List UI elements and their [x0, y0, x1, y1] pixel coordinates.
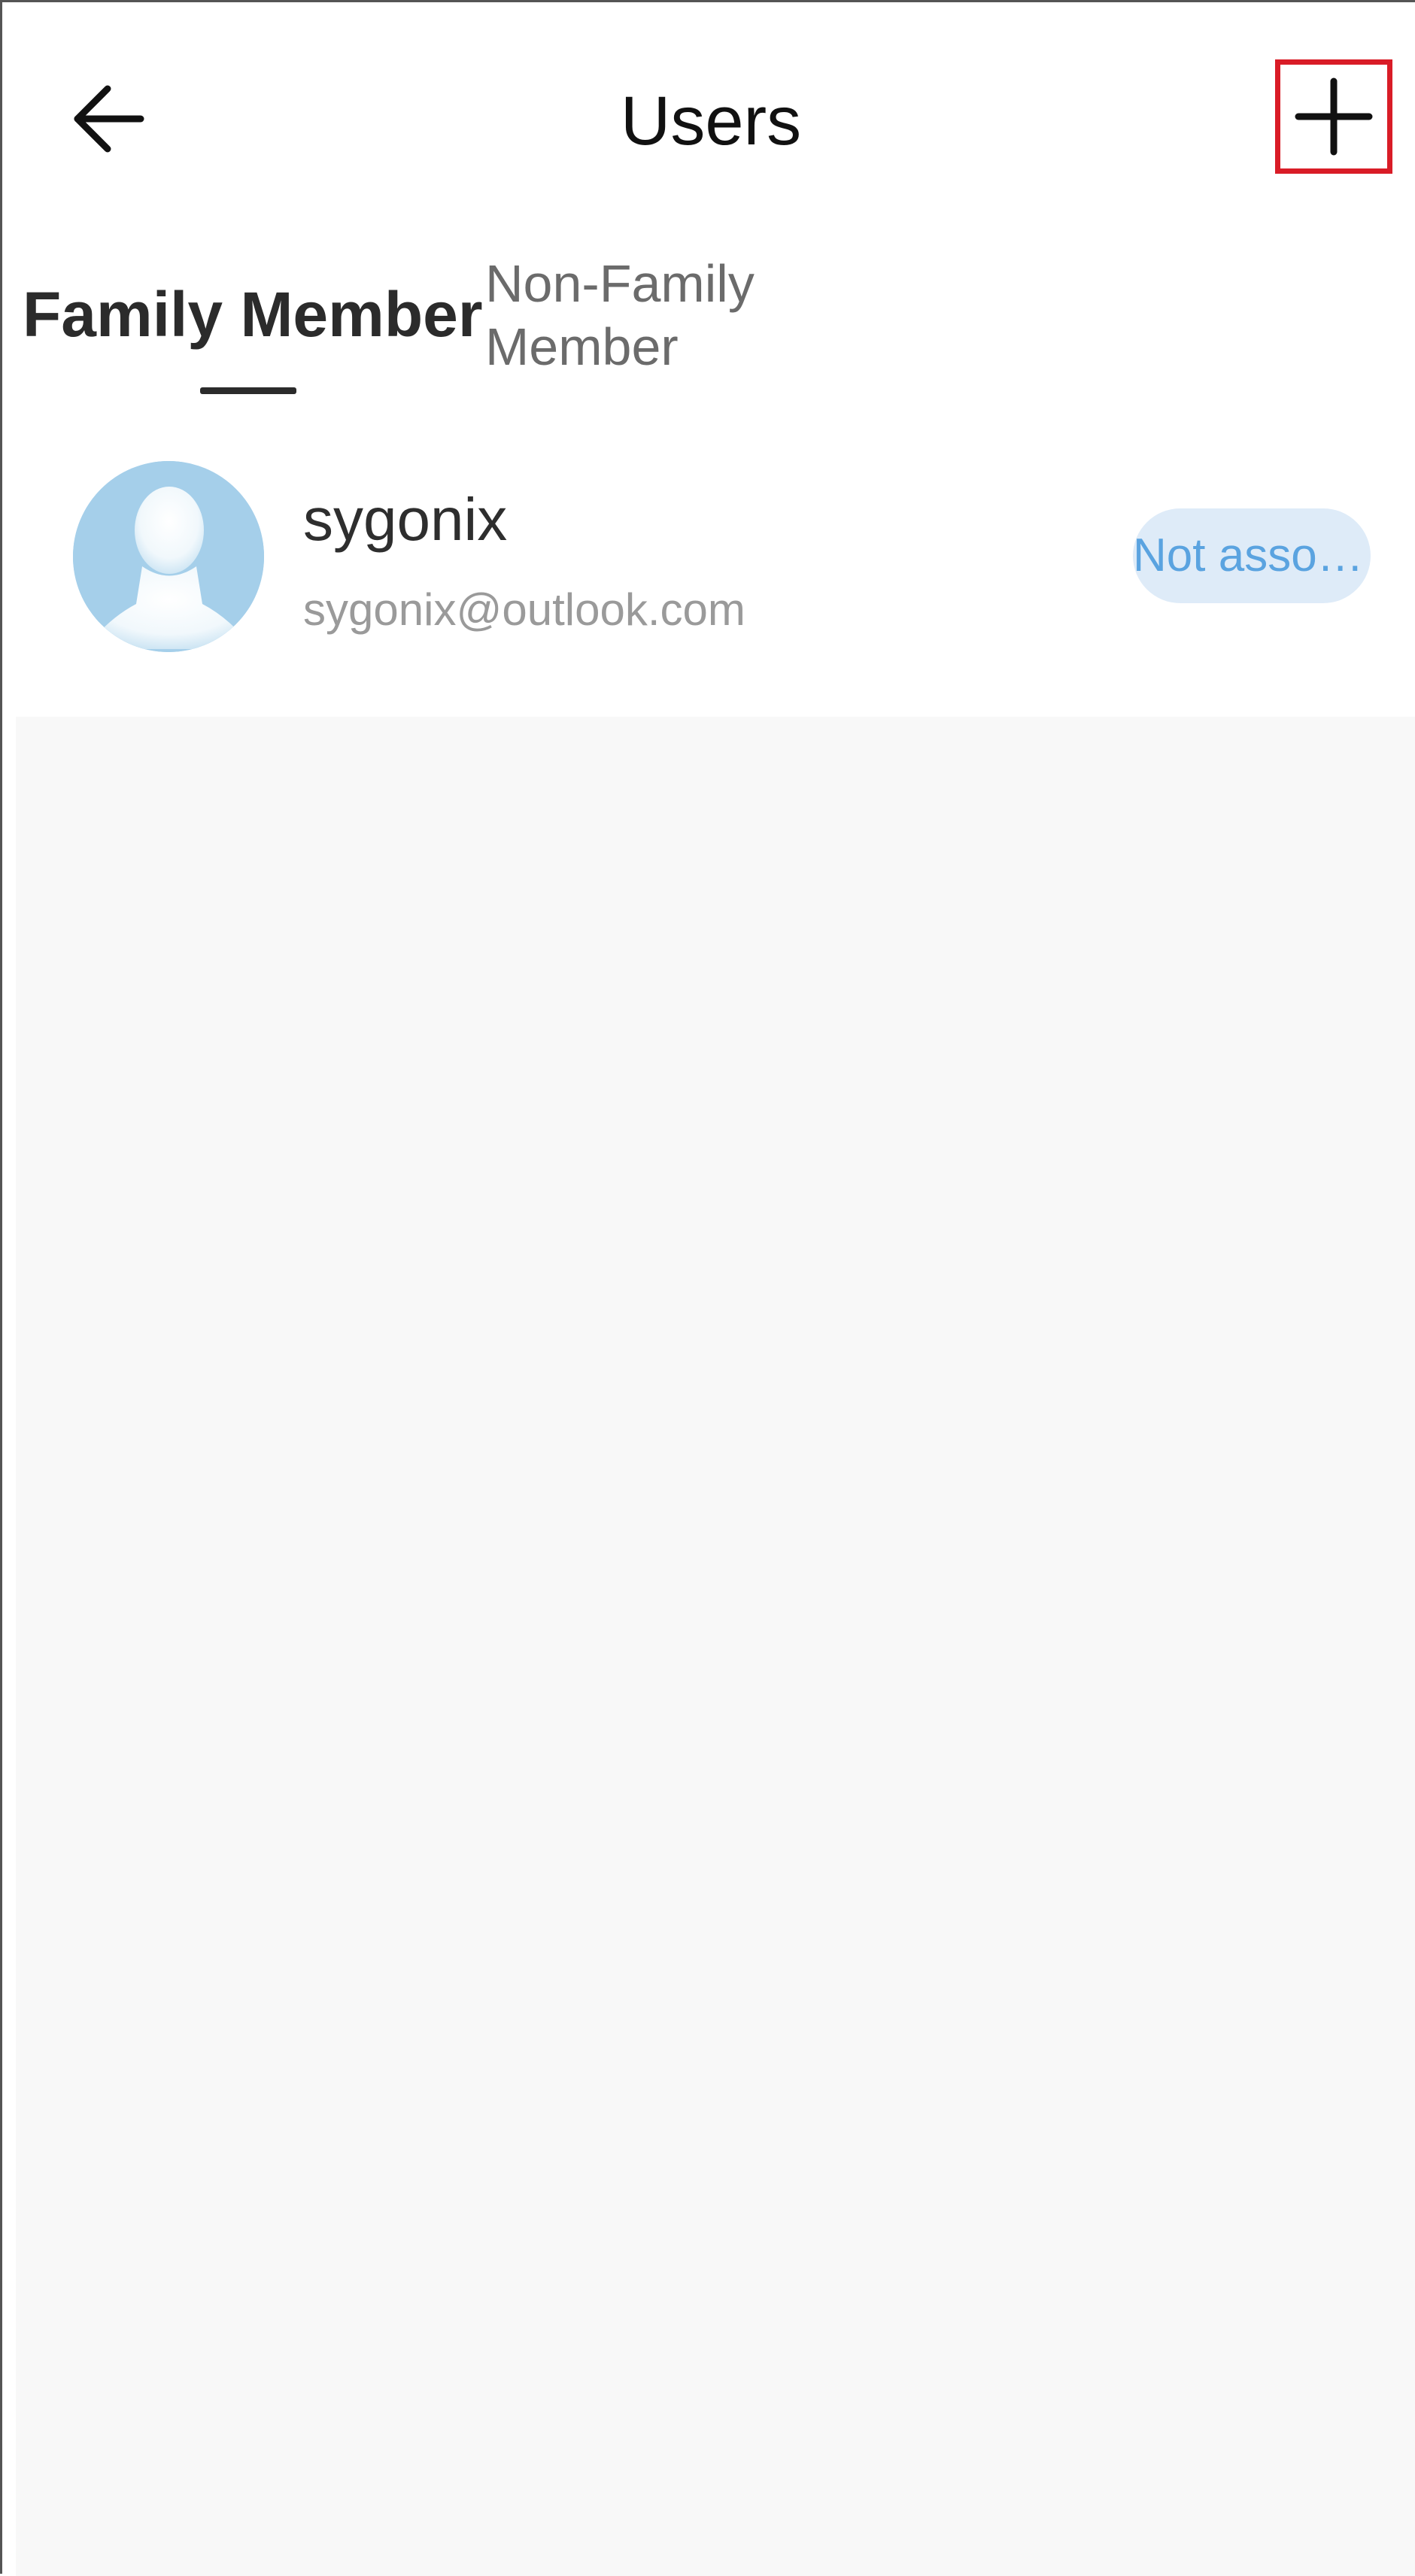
member-type-tabs: Family Member Non-Family Member [5, 243, 1415, 408]
avatar [73, 461, 264, 652]
tab-family-member[interactable]: Family Member [23, 273, 483, 356]
list-item[interactable]: sygonix sygonix@outlook.com Not asso… [5, 423, 1415, 717]
member-name: sygonix [303, 486, 508, 553]
app-header: Users [5, 5, 1415, 230]
add-user-button[interactable] [1275, 59, 1392, 174]
app-screen: Users Family Member Non-Family Member sy… [0, 0, 1415, 2576]
page-title: Users [620, 83, 802, 159]
member-email: sygonix@outlook.com [303, 584, 745, 635]
status-badge[interactable]: Not asso… [1133, 508, 1371, 603]
tab-non-family-member[interactable]: Non-Family Member [485, 252, 801, 378]
empty-list-area [16, 717, 1415, 2576]
plus-icon [1295, 77, 1373, 156]
status-badge-label: Not asso… [1133, 529, 1364, 581]
user-silhouette-icon [73, 461, 264, 652]
active-tab-indicator [200, 387, 296, 394]
